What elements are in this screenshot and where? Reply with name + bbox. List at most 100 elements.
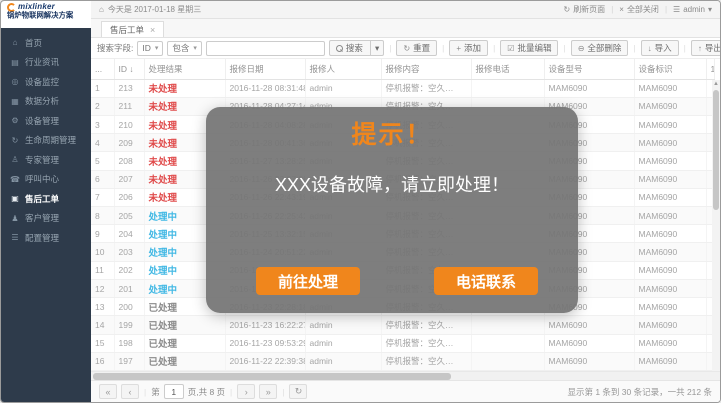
sidebar-item-1[interactable]: ▤行业资讯 bbox=[1, 53, 91, 73]
column-header-1[interactable]: ID ↓ bbox=[114, 59, 144, 79]
last-page-button[interactable]: » bbox=[259, 384, 277, 399]
prev-page-button[interactable]: ‹ bbox=[121, 384, 139, 399]
call-icon: ☎ bbox=[10, 175, 20, 184]
sidebar-item-10[interactable]: ☰配置管理 bbox=[1, 228, 91, 248]
reset-button[interactable]: ↻ 重置 bbox=[396, 40, 437, 56]
search-field-select[interactable]: ID ▾ bbox=[137, 41, 163, 56]
cell-rownum: 14 bbox=[91, 316, 114, 334]
column-header-7: 设备型号 bbox=[544, 59, 634, 79]
scrollbar-thumb[interactable] bbox=[93, 373, 451, 380]
edit-icon: ☑ bbox=[507, 44, 514, 53]
sidebar-item-4[interactable]: ⚙设备管理 bbox=[1, 111, 91, 131]
divider: | bbox=[442, 43, 444, 53]
cell-rownum: 3 bbox=[91, 115, 114, 133]
phone-contact-button[interactable]: 电话联系 bbox=[434, 267, 538, 295]
column-header-8: 设备标识 bbox=[634, 59, 706, 79]
menu-icon: ☰ bbox=[673, 5, 680, 14]
search-operator-select[interactable]: 包含 ▾ bbox=[167, 41, 202, 56]
cell-status: 未处理 bbox=[144, 79, 225, 97]
config-icon: ☰ bbox=[10, 233, 20, 242]
lifecycle-icon: ↻ bbox=[10, 136, 20, 145]
horizontal-scrollbar[interactable] bbox=[91, 371, 720, 380]
reset-label: 重置 bbox=[413, 42, 430, 54]
page-prefix: 第 bbox=[151, 386, 160, 398]
search-button-label: 搜索 bbox=[346, 42, 363, 54]
chevron-down-icon: ▾ bbox=[193, 44, 197, 52]
cell-phone bbox=[471, 352, 544, 370]
close-all-label: 全部关闭 bbox=[627, 4, 659, 15]
cell-tag: MAM6090 bbox=[634, 170, 706, 188]
workorder-icon: ▣ bbox=[10, 194, 20, 203]
cell-rownum: 9 bbox=[91, 225, 114, 243]
cell-phone bbox=[471, 316, 544, 334]
sidebar-item-label: 行业资讯 bbox=[25, 56, 59, 68]
chevron-down-icon: ▾ bbox=[155, 44, 159, 52]
table-row[interactable]: 14199已处理2016-11-23 16:22:27admin停机报警：空久…… bbox=[91, 316, 714, 334]
column-header-0: ... bbox=[91, 59, 114, 79]
sidebar-item-3[interactable]: ▦数据分析 bbox=[1, 92, 91, 112]
cell-id: 201 bbox=[114, 279, 144, 297]
export-button[interactable]: ↑ 导出 bbox=[691, 40, 721, 56]
page-number-input[interactable] bbox=[164, 384, 184, 399]
vertical-scrollbar[interactable]: ▲ bbox=[712, 80, 720, 371]
home-icon: ⌂ bbox=[10, 38, 20, 47]
sidebar-item-5[interactable]: ↻ 生命周期管理 bbox=[1, 131, 91, 151]
cell-date: 2016-11-23 09:53:29 bbox=[225, 334, 305, 352]
arrow-down-icon: ↓ bbox=[648, 44, 652, 53]
delete-all-button[interactable]: ⊖ 全部删除 bbox=[571, 40, 629, 56]
sidebar-item-label: 生命周期管理 bbox=[25, 134, 76, 146]
table-row[interactable]: 15198已处理2016-11-23 09:53:29admin停机报警：空久…… bbox=[91, 334, 714, 352]
cell-tag: MAM6090 bbox=[634, 207, 706, 225]
search-caret[interactable]: ▾ bbox=[370, 41, 383, 55]
sidebar-item-9[interactable]: ♟客户管理 bbox=[1, 209, 91, 229]
tab-after-sales[interactable]: 售后工单 × bbox=[101, 21, 164, 37]
sidebar-item-label: 专家管理 bbox=[25, 154, 59, 166]
sidebar-item-0[interactable]: ⌂首页 bbox=[1, 33, 91, 53]
import-button[interactable]: ↓ 导入 bbox=[641, 40, 679, 56]
search-input[interactable] bbox=[206, 41, 325, 56]
batch-edit-button[interactable]: ☑ 批量编辑 bbox=[500, 40, 558, 56]
cell-content: 停机报警：空久… bbox=[381, 334, 471, 352]
app-window: mixlinker 锅炉物联网解决方案 ⌂首页▤行业资讯◎设备监控▦数据分析⚙设… bbox=[0, 0, 721, 403]
plus-icon: + bbox=[456, 44, 461, 53]
sidebar-item-8[interactable]: ▣售后工单 bbox=[1, 189, 91, 209]
table-header-row: ...ID ↓处理结果报修日期报修人报修内容报修电话设备型号设备标识1 bbox=[91, 59, 714, 79]
refresh-table-button[interactable]: ↻ bbox=[289, 384, 307, 399]
cell-id: 203 bbox=[114, 243, 144, 261]
cell-tag: MAM6090 bbox=[634, 97, 706, 115]
close-all-button[interactable]: × 全部关闭 bbox=[619, 4, 659, 15]
sidebar-item-6[interactable]: ♙专家管理 bbox=[1, 150, 91, 170]
table-row[interactable]: 16197已处理2016-11-22 22:39:38admin停机报警：空久…… bbox=[91, 352, 714, 370]
user-menu[interactable]: ☰ admin ▾ bbox=[673, 5, 712, 14]
sidebar: mixlinker 锅炉物联网解决方案 ⌂首页▤行业资讯◎设备监控▦数据分析⚙设… bbox=[1, 1, 91, 402]
sidebar-item-2[interactable]: ◎设备监控 bbox=[1, 72, 91, 92]
scroll-up-icon[interactable]: ▲ bbox=[712, 80, 720, 88]
search-button[interactable]: 搜索 ▾ bbox=[329, 40, 384, 56]
divider: | bbox=[611, 5, 613, 14]
next-page-button[interactable]: › bbox=[237, 384, 255, 399]
cell-tag: MAM6090 bbox=[634, 188, 706, 206]
add-button[interactable]: + 添加 bbox=[449, 40, 488, 56]
import-label: 导入 bbox=[655, 42, 672, 54]
go-handle-button[interactable]: 前往处理 bbox=[256, 267, 360, 295]
cell-rownum: 1 bbox=[91, 79, 114, 97]
cell-model: MAM6090 bbox=[544, 352, 634, 370]
cell-rownum: 11 bbox=[91, 261, 114, 279]
sidebar-item-7[interactable]: ☎呼叫中心 bbox=[1, 170, 91, 190]
cell-id: 213 bbox=[114, 79, 144, 97]
tab-close-icon[interactable]: × bbox=[150, 25, 155, 35]
cell-phone bbox=[471, 79, 544, 97]
first-page-button[interactable]: « bbox=[99, 384, 117, 399]
column-header-4: 报修人 bbox=[305, 59, 381, 79]
table-row[interactable]: 1213未处理2016-11-28 08:31:48admin停机报警：空久…M… bbox=[91, 79, 714, 97]
solution-tagline: 锅炉物联网解决方案 bbox=[7, 12, 81, 20]
refresh-page-button[interactable]: ↻ 刷新页面 bbox=[563, 4, 605, 15]
search-field-value: ID bbox=[142, 43, 151, 53]
cell-id: 208 bbox=[114, 152, 144, 170]
delete-all-label: 全部删除 bbox=[587, 42, 621, 54]
divider: | bbox=[282, 387, 284, 397]
cell-id: 202 bbox=[114, 261, 144, 279]
cell-status: 已处理 bbox=[144, 334, 225, 352]
page-suffix: 页,共 8 页 bbox=[188, 386, 225, 398]
scrollbar-thumb[interactable] bbox=[713, 90, 719, 210]
